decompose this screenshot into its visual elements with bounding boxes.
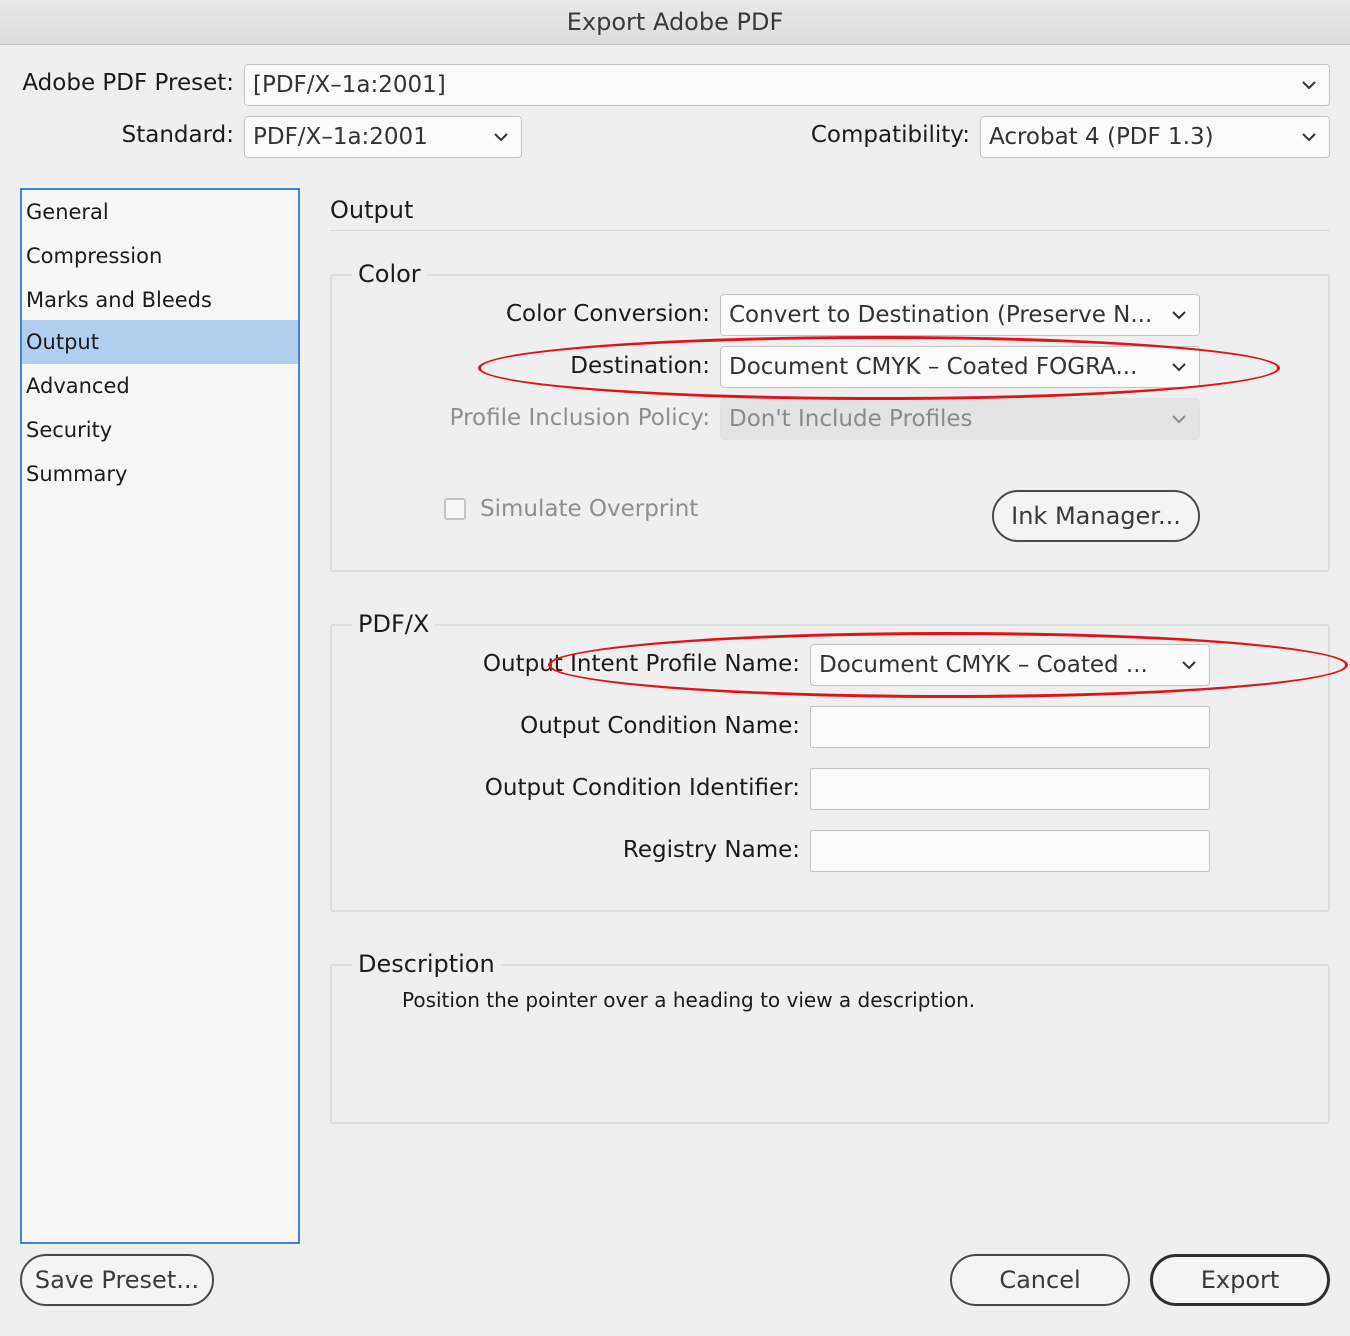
simulate-overprint-label: Simulate Overprint [480, 496, 699, 522]
registry-name-field[interactable] [810, 830, 1210, 872]
sidebar-item-security[interactable]: Security [22, 408, 298, 452]
page-title-divider [330, 230, 1330, 231]
page-title: Output [330, 196, 414, 224]
profile-inclusion-label: Profile Inclusion Policy: [449, 405, 710, 431]
registry-name-label: Registry Name: [622, 837, 800, 863]
preset-select[interactable]: [PDF/X–1a:2001] [244, 64, 1330, 106]
sidebar-item-output[interactable]: Output [22, 320, 298, 364]
chevron-down-icon [1172, 311, 1186, 320]
sidebar-item-compression[interactable]: Compression [22, 234, 298, 278]
chevron-down-icon [1302, 133, 1316, 142]
pdfx-legend: PDF/X [352, 609, 436, 639]
standard-label: Standard: [121, 122, 234, 148]
sidebar-nav: General Compression Marks and Bleeds Out… [20, 188, 300, 1244]
standard-value: PDF/X–1a:2001 [253, 124, 428, 150]
chevron-down-icon [1172, 415, 1186, 424]
compatibility-select[interactable]: Acrobat 4 (PDF 1.3) [980, 116, 1330, 158]
cancel-button[interactable]: Cancel [950, 1254, 1130, 1306]
color-legend: Color [352, 259, 427, 289]
description-legend: Description [352, 949, 501, 979]
color-conversion-value: Convert to Destination (Preserve N... [729, 302, 1153, 328]
compatibility-label: Compatibility: [810, 122, 970, 148]
output-condition-identifier-field[interactable] [810, 768, 1210, 810]
sidebar-item-advanced[interactable]: Advanced [22, 364, 298, 408]
color-conversion-select[interactable]: Convert to Destination (Preserve N... [720, 294, 1200, 336]
chevron-down-icon [494, 133, 508, 142]
window-title: Export Adobe PDF [0, 0, 1350, 45]
chevron-down-icon [1302, 81, 1316, 90]
save-preset-button[interactable]: Save Preset... [20, 1254, 214, 1306]
output-condition-name-label: Output Condition Name: [520, 713, 800, 739]
color-conversion-label: Color Conversion: [505, 301, 710, 327]
ink-manager-button[interactable]: Ink Manager... [992, 490, 1200, 542]
profile-inclusion-select: Don't Include Profiles [720, 398, 1200, 440]
standard-select[interactable]: PDF/X–1a:2001 [244, 116, 522, 158]
simulate-overprint-checkbox[interactable] [444, 498, 466, 520]
output-condition-identifier-label: Output Condition Identifier: [484, 775, 800, 801]
profile-inclusion-value: Don't Include Profiles [729, 406, 973, 432]
compatibility-value: Acrobat 4 (PDF 1.3) [989, 124, 1214, 150]
sidebar-item-summary[interactable]: Summary [22, 452, 298, 496]
sidebar-item-general[interactable]: General [22, 190, 298, 234]
description-text: Position the pointer over a heading to v… [402, 988, 976, 1012]
sidebar-item-marks-and-bleeds[interactable]: Marks and Bleeds [22, 278, 298, 322]
output-condition-name-field[interactable] [810, 706, 1210, 748]
preset-value: [PDF/X–1a:2001] [253, 72, 446, 98]
output-intent-highlight-ellipse [548, 632, 1348, 698]
preset-label: Adobe PDF Preset: [22, 70, 234, 96]
destination-highlight-ellipse [478, 336, 1280, 400]
export-button[interactable]: Export [1150, 1254, 1330, 1306]
